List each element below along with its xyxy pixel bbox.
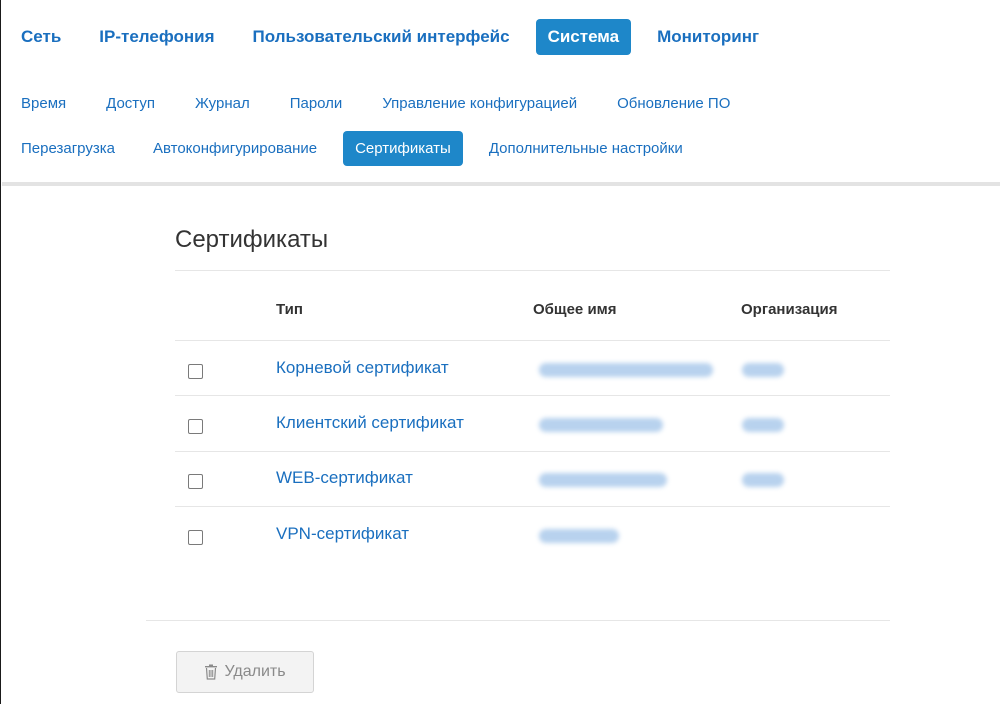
top-nav-ip-telephony[interactable]: IP-телефония [87, 19, 226, 55]
top-nav-user-interface[interactable]: Пользовательский интерфейс [241, 19, 522, 55]
column-header-common-name: Общее имя [533, 301, 617, 318]
certificate-type-link[interactable]: VPN-сертификат [276, 524, 409, 544]
sub-nav-firmware-update[interactable]: Обновление ПО [605, 86, 742, 121]
top-nav-network[interactable]: Сеть [9, 19, 73, 55]
row-checkbox[interactable] [188, 474, 203, 489]
row-checkbox[interactable] [188, 419, 203, 434]
redacted-common-name [539, 363, 713, 377]
row-divider [175, 340, 890, 341]
sub-nav-row-2: Перезагрузка Автоконфигурирование Сертиф… [9, 131, 709, 166]
sub-nav-certificates[interactable]: Сертификаты [343, 131, 463, 166]
sub-nav-advanced-settings[interactable]: Дополнительные настройки [477, 131, 695, 166]
redacted-organization [742, 418, 784, 432]
footer-divider [146, 620, 890, 621]
column-header-type: Тип [276, 301, 303, 318]
column-header-organization: Организация [741, 301, 838, 318]
row-divider [175, 506, 890, 507]
redacted-common-name [539, 529, 619, 543]
sub-nav-autoprovisioning[interactable]: Автоконфигурирование [141, 131, 329, 166]
delete-button-label: Удалить [224, 663, 286, 680]
certificate-type-link[interactable]: Корневой сертификат [276, 358, 449, 378]
row-divider [175, 395, 890, 396]
certificate-type-link[interactable]: Клиентский сертификат [276, 413, 464, 433]
nav-separator [2, 182, 1000, 186]
app-frame: Сеть IP-телефония Пользовательский интер… [0, 0, 1000, 704]
top-nav: Сеть IP-телефония Пользовательский интер… [9, 18, 785, 56]
sub-nav-log[interactable]: Журнал [183, 86, 262, 121]
sub-nav-passwords[interactable]: Пароли [278, 86, 355, 121]
row-checkbox[interactable] [188, 530, 203, 545]
sub-nav-reboot[interactable]: Перезагрузка [9, 131, 127, 166]
trash-icon [205, 664, 218, 680]
row-divider [175, 451, 890, 452]
certificate-type-link[interactable]: WEB-сертификат [276, 468, 413, 488]
redacted-common-name [539, 418, 663, 432]
sub-nav-time[interactable]: Время [9, 86, 78, 121]
row-checkbox[interactable] [188, 364, 203, 379]
redacted-organization [742, 363, 784, 377]
sub-nav-config-management[interactable]: Управление конфигурацией [370, 86, 589, 121]
page-title: Сертификаты [175, 226, 329, 253]
title-divider [175, 270, 890, 271]
sub-nav-row-1: Время Доступ Журнал Пароли Управление ко… [9, 86, 758, 121]
top-nav-monitoring[interactable]: Мониторинг [645, 19, 771, 55]
top-nav-system[interactable]: Система [535, 19, 632, 55]
delete-button[interactable]: Удалить [176, 651, 314, 693]
redacted-common-name [539, 473, 667, 487]
redacted-organization [742, 473, 784, 487]
sub-nav-access[interactable]: Доступ [94, 86, 167, 121]
